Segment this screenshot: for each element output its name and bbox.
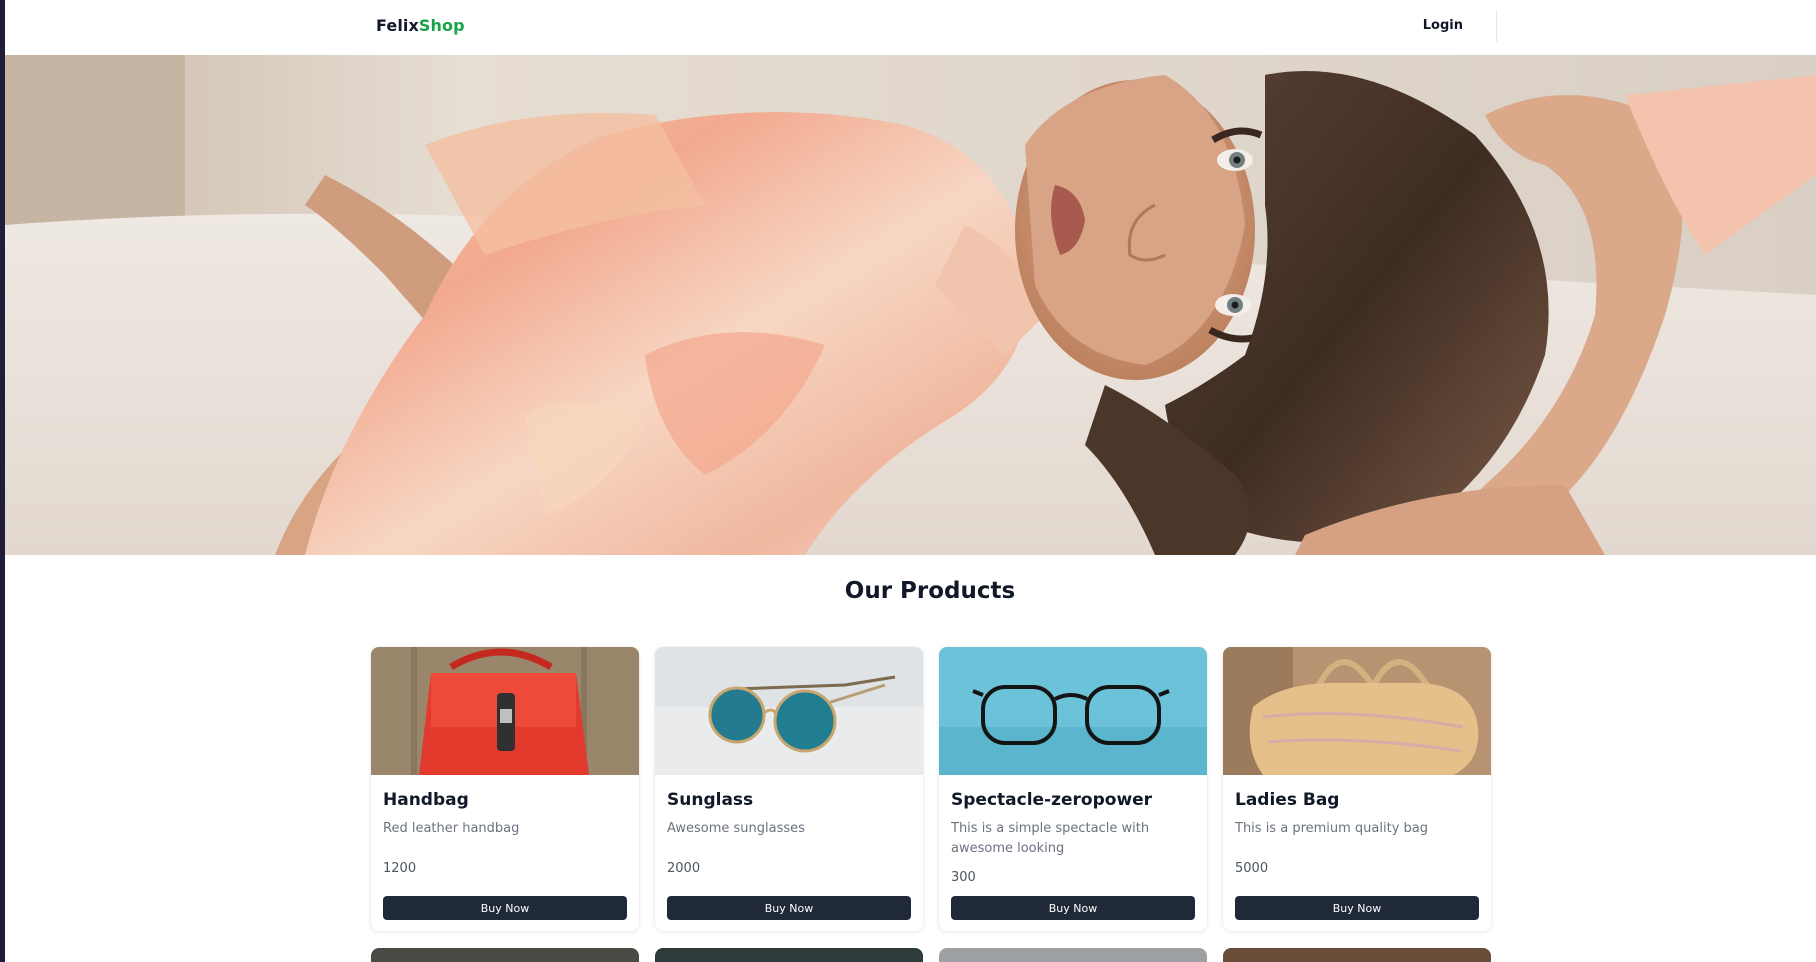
navbar: FelixShop Login: [5, 0, 1816, 55]
section-title: Our Products: [844, 578, 1016, 604]
product-description: This is a simple spectacle with awesome …: [951, 821, 1150, 856]
product-card: Sunglass Awesome sunglasses 2000 Buy Now: [655, 647, 923, 931]
product-title: Sunglass: [667, 790, 754, 810]
product-card-preview[interactable]: [939, 948, 1207, 962]
buy-now-button[interactable]: Buy Now: [1235, 896, 1479, 920]
brand-logo[interactable]: FelixShop: [376, 16, 465, 36]
navbar-inner: FelixShop Login: [371, 0, 1497, 55]
product-grid: Handbag Red leather handbag 1200 Buy Now: [371, 647, 1491, 962]
product-title: Handbag: [383, 790, 469, 810]
product-description: Awesome sunglasses: [667, 821, 805, 836]
product-description: This is a premium quality bag: [1235, 821, 1429, 836]
product-card: Spectacle-zeropower This is a simple spe…: [939, 647, 1207, 931]
product-price: 300: [951, 870, 976, 885]
product-price: 1200: [383, 861, 417, 876]
product-image-sunglass[interactable]: [655, 647, 923, 775]
buy-now-button[interactable]: Buy Now: [383, 896, 627, 920]
product-card-preview[interactable]: [655, 948, 923, 962]
product-price: 5000: [1235, 861, 1269, 876]
product-image-ladies-bag[interactable]: [1223, 647, 1491, 775]
product-title: Ladies Bag: [1235, 790, 1340, 810]
brand-name-part2: Shop: [418, 16, 465, 35]
nav-divider: [1496, 10, 1497, 42]
brand-name-part1: Felix: [376, 16, 419, 35]
buy-now-button[interactable]: Buy Now: [951, 896, 1195, 920]
product-description: Red leather handbag: [383, 821, 520, 836]
buy-now-button[interactable]: Buy Now: [667, 896, 911, 920]
window-edge: [0, 0, 5, 962]
product-image-handbag[interactable]: [371, 647, 639, 775]
hero-image: [5, 55, 1816, 555]
product-image-spectacle[interactable]: [939, 647, 1207, 775]
login-button[interactable]: Login: [1423, 17, 1463, 35]
product-card-preview[interactable]: [371, 948, 639, 962]
product-title: Spectacle-zeropower: [951, 790, 1153, 810]
hero-banner: [5, 55, 1816, 555]
product-card: Ladies Bag This is a premium quality bag…: [1223, 647, 1491, 931]
shop-page: FelixShop Login Our Products Handbag Red…: [0, 0, 1816, 962]
product-price: 2000: [667, 861, 701, 876]
product-card: Handbag Red leather handbag 1200 Buy Now: [371, 647, 639, 931]
product-card-preview[interactable]: [1223, 948, 1491, 962]
